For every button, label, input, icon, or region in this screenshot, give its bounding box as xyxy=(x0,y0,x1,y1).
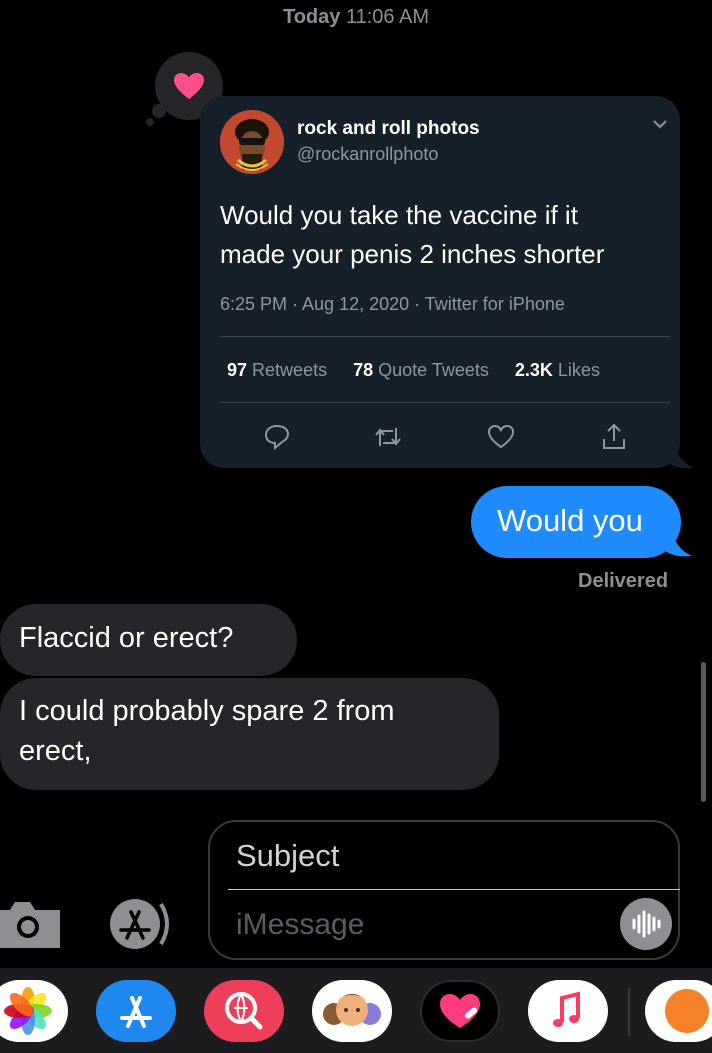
digital-touch-icon[interactable] xyxy=(420,980,500,1042)
tapback-dot xyxy=(146,118,154,126)
message-text-line: I could probably spare 2 from xyxy=(19,695,395,727)
waveform-icon xyxy=(632,910,661,938)
timestamp-day: Today xyxy=(282,6,341,28)
tweet-text-line: made your penis 2 inches shorter xyxy=(220,239,605,269)
memoji-icon[interactable] xyxy=(312,980,392,1042)
likes-label: Likes xyxy=(557,360,600,380)
retweets-stat[interactable]: 97 Retweets xyxy=(227,360,327,381)
music-icon[interactable] xyxy=(528,980,608,1042)
message-text: Would you xyxy=(497,503,643,538)
divider xyxy=(220,336,670,337)
heart-icon xyxy=(174,73,204,99)
message-text: Flaccid or erect? xyxy=(19,622,234,654)
app-store-button[interactable] xyxy=(103,898,177,950)
app-store-icon xyxy=(110,899,169,949)
tweet-stats: 97 Retweets 78 Quote Tweets 2.3K Likes xyxy=(227,360,600,381)
audio-message-button[interactable] xyxy=(620,898,672,950)
reply-icon[interactable] xyxy=(262,422,292,452)
photos-icon[interactable] xyxy=(0,980,68,1042)
message-composer[interactable]: Subject iMessage xyxy=(208,820,680,960)
share-icon[interactable] xyxy=(599,422,629,452)
divider xyxy=(228,889,680,890)
likes-count: 2.3K xyxy=(514,360,553,380)
incoming-message[interactable]: Flaccid or erect? xyxy=(0,604,297,676)
camera-icon xyxy=(0,902,60,948)
likes-stat[interactable]: 2.3K Likes xyxy=(515,360,600,381)
quotes-stat[interactable]: 78 Quote Tweets xyxy=(353,360,489,381)
tweet-author-handle: @rockanrollphoto xyxy=(297,144,439,164)
quotes-label: Quote Tweets xyxy=(378,360,489,380)
tweet-card[interactable]: rock and roll photos @rockanrollphoto Wo… xyxy=(200,96,680,468)
scrollbar[interactable] xyxy=(701,662,706,802)
camera-button[interactable] xyxy=(0,898,60,948)
tweet-meta: 6:25 PM · Aug 12, 2020 · Twitter for iPh… xyxy=(220,294,565,314)
retweet-icon[interactable] xyxy=(373,422,403,452)
message-text-line: erect, xyxy=(19,735,92,767)
web-search-icon[interactable] xyxy=(204,980,284,1042)
incoming-message[interactable]: I could probably spare 2 from erect, xyxy=(0,678,499,790)
timestamp: Today 11:06 AM xyxy=(0,6,712,29)
more-icon[interactable] xyxy=(645,980,712,1042)
divider xyxy=(628,988,630,1036)
tweet-author-name: rock and roll photos xyxy=(297,118,480,139)
app-store-icon[interactable] xyxy=(96,980,176,1042)
delivery-status: Delivered xyxy=(578,570,669,592)
subject-field[interactable]: Subject xyxy=(236,838,339,874)
like-icon[interactable] xyxy=(486,422,516,452)
timestamp-time: 11:06 AM xyxy=(345,6,429,28)
message-input[interactable]: iMessage xyxy=(236,908,364,942)
quotes-count: 78 xyxy=(353,360,374,380)
outgoing-message[interactable]: Would you xyxy=(471,486,681,558)
retweets-count: 97 xyxy=(227,360,248,380)
tweet-text: Would you take the vaccine if it made yo… xyxy=(220,196,665,274)
chevron-down-icon[interactable] xyxy=(652,118,668,130)
tweet-text-line: Would you take the vaccine if it xyxy=(220,200,578,230)
avatar xyxy=(220,110,284,174)
divider xyxy=(220,402,670,403)
retweets-label: Retweets xyxy=(252,360,328,380)
